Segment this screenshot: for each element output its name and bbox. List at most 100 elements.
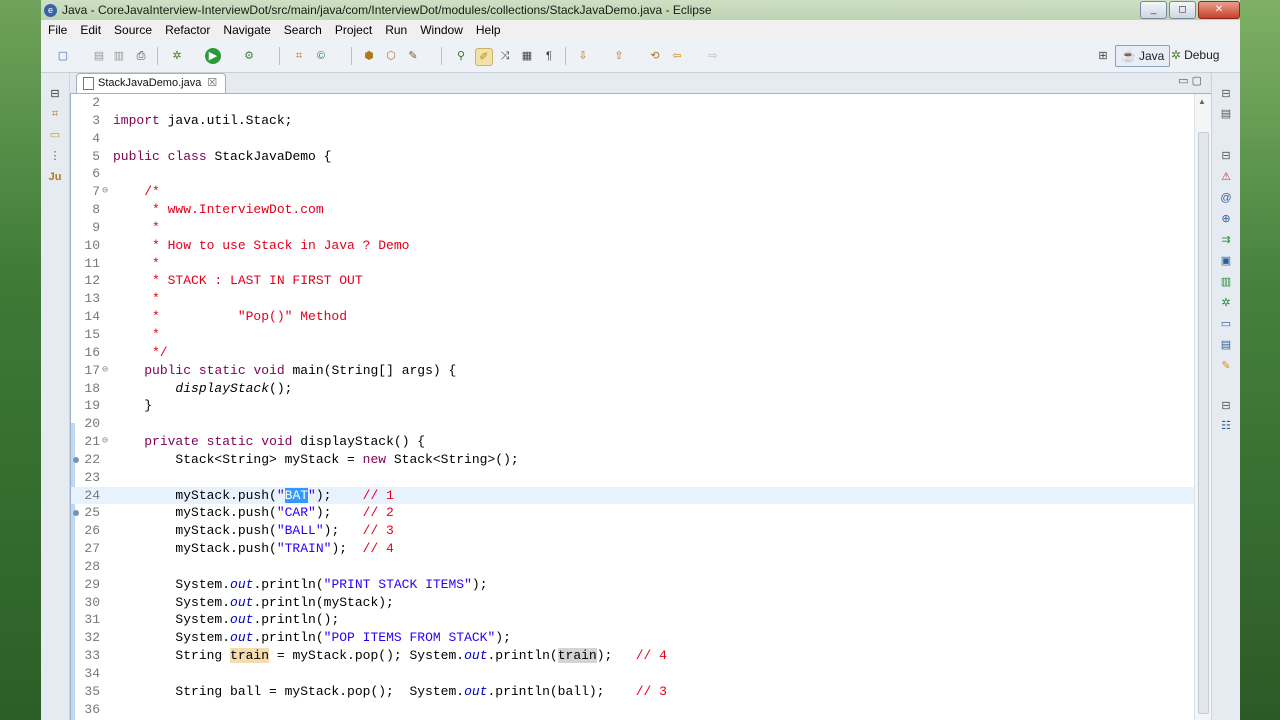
code-text[interactable]: * (113, 290, 160, 308)
open-resource-icon[interactable]: ⬡ (383, 48, 399, 64)
code-line-13[interactable]: 13 * (71, 290, 1195, 308)
word-wrap-icon[interactable]: ▦ (519, 48, 535, 64)
code-line-2[interactable]: 2 (71, 94, 1195, 112)
next-annotation-icon[interactable]: ⇩ (575, 48, 591, 64)
save-icon[interactable]: ▤ (91, 48, 107, 64)
progress-icon[interactable]: ▥ (1219, 275, 1233, 289)
code-line-7[interactable]: 7 ⊖ /* (71, 183, 1195, 201)
code-text[interactable]: /* (113, 183, 160, 201)
code-text[interactable]: */ (113, 344, 168, 362)
code-text[interactable]: System.out.println(myStack); (113, 594, 393, 612)
code-text[interactable]: * How to use Stack in Java ? Demo (113, 237, 409, 255)
restore-outline-view-icon[interactable]: ⊟ (1219, 399, 1233, 413)
code-line-6[interactable]: 6 (71, 165, 1195, 183)
last-edit-icon[interactable]: ⟲ (647, 48, 663, 64)
junit-icon[interactable]: Ju (48, 170, 62, 184)
forward-icon[interactable]: ⇨ (705, 48, 721, 64)
menu-navigate[interactable]: Navigate (216, 23, 276, 37)
code-text[interactable]: * STACK : LAST IN FIRST OUT (113, 272, 363, 290)
code-line-33[interactable]: 33 String train = myStack.pop(); System.… (71, 647, 1195, 665)
external-tools-icon[interactable]: ⚙ (241, 48, 257, 64)
restore-console-icon[interactable]: ⊟ (1219, 149, 1233, 163)
search-view-icon[interactable]: ✲ (1219, 296, 1233, 310)
code-line-17[interactable]: 17 ⊖ public static void main(String[] arg… (71, 362, 1195, 380)
code-line-4[interactable]: 4 (71, 130, 1195, 148)
restore-outline-icon[interactable]: ⊟ (1219, 87, 1233, 101)
code-line-36[interactable]: 36 (71, 701, 1195, 719)
code-text[interactable]: String ball = myStack.pop(); System.out.… (113, 683, 667, 701)
outline-icon[interactable]: ☷ (1219, 419, 1233, 433)
code-text[interactable]: public class StackJavaDemo { (113, 148, 331, 166)
new-class-icon[interactable]: © (313, 48, 329, 64)
menu-file[interactable]: File (41, 23, 73, 37)
package-explorer-icon[interactable]: ⌗ (48, 107, 62, 121)
code-line-21[interactable]: 21 ⊖ private static void displayStack() { (71, 433, 1195, 451)
mark-occurrences-icon[interactable]: ✐ (475, 48, 493, 66)
code-line-10[interactable]: 10 * How to use Stack in Java ? Demo (71, 237, 1195, 255)
show-whitespace-icon[interactable]: ¶ (541, 48, 557, 64)
code-line-11[interactable]: 11 * (71, 255, 1195, 273)
toggle-annotations-icon[interactable]: ⚲ (453, 48, 469, 64)
code-line-35[interactable]: 35 String ball = myStack.pop(); System.o… (71, 683, 1195, 701)
code-line-31[interactable]: 31 System.out.println(); (71, 611, 1195, 629)
code-line-30[interactable]: 30 System.out.println(myStack); (71, 594, 1195, 612)
menu-run[interactable]: Run (378, 23, 413, 37)
console-icon[interactable]: ▣ (1219, 254, 1233, 268)
code-text[interactable]: String train = myStack.pop(); System.out… (113, 647, 667, 665)
code-line-20[interactable]: 20 (71, 415, 1195, 433)
code-text[interactable]: myStack.push("CAR"); // 2 (113, 504, 393, 522)
code-line-23[interactable]: 23 (71, 469, 1195, 487)
restore-view-icon[interactable]: ⊟ (48, 87, 62, 101)
menu-project[interactable]: Project (328, 23, 378, 37)
new-java-project-icon[interactable]: ⌗ (291, 48, 307, 64)
javadoc-icon[interactable]: @ (1219, 191, 1233, 205)
code-line-26[interactable]: 26 myStack.push("BALL"); // 3 (71, 522, 1195, 540)
fold-toggle-icon[interactable]: ⊖ (102, 183, 111, 201)
search-icon[interactable]: ✎ (405, 48, 421, 64)
fold-toggle-icon[interactable]: ⊖ (102, 433, 111, 451)
code-text[interactable]: myStack.push("BAT"); // 1 (113, 487, 394, 505)
code-text[interactable]: System.out.println("POP ITEMS FROM STACK… (113, 629, 511, 647)
code-line-16[interactable]: 16 */ (71, 344, 1195, 362)
code-text[interactable]: * www.InterviewDot.com (113, 201, 324, 219)
java-perspective-button[interactable]: ☕ Java (1115, 45, 1171, 67)
save-all-icon[interactable]: ▥ (111, 48, 127, 64)
code-editor[interactable]: 2 3 import java.util.Stack; 4 5 public class … (70, 93, 1212, 720)
code-line-19[interactable]: 19 } (71, 397, 1195, 415)
type-hierarchy-icon[interactable]: ⋮ (48, 149, 62, 163)
bookmarks-icon[interactable]: ✎ (1219, 359, 1233, 373)
code-text[interactable]: myStack.push("BALL"); // 3 (113, 522, 393, 540)
declaration-icon[interactable]: ⊕ (1219, 212, 1233, 226)
debug-icon[interactable]: ✲ (169, 48, 185, 64)
code-line-3[interactable]: 3 import java.util.Stack; (71, 112, 1195, 130)
code-text[interactable]: myStack.push("TRAIN"); // 4 (113, 540, 393, 558)
minimize-button[interactable]: _ (1140, 1, 1167, 19)
menu-source[interactable]: Source (107, 23, 158, 37)
code-area[interactable]: 2 3 import java.util.Stack; 4 5 public class … (71, 94, 1195, 720)
debug-perspective-button[interactable]: ✲ Debug (1167, 45, 1223, 65)
scroll-up-icon[interactable]: ▲ (1198, 97, 1206, 106)
previous-annotation-icon[interactable]: ⇧ (611, 48, 627, 64)
menu-refactor[interactable]: Refactor (158, 23, 216, 37)
code-line-18[interactable]: 18 displayStack(); (71, 380, 1195, 398)
code-text[interactable]: public static void main(String[] args) { (113, 362, 456, 380)
code-line-12[interactable]: 12 * STACK : LAST IN FIRST OUT (71, 272, 1195, 290)
run-icon[interactable]: ▶ (205, 48, 221, 64)
tab-stackjavademo[interactable]: StackJavaDemo.java ☒ (76, 73, 227, 93)
code-text[interactable]: * "Pop()" Method (113, 308, 347, 326)
scroll-thumb[interactable] (1198, 132, 1209, 714)
restore-button[interactable]: ◻ (1169, 1, 1196, 19)
menu-help[interactable]: Help (469, 23, 507, 37)
code-text[interactable]: * (113, 219, 160, 237)
code-line-28[interactable]: 28 (71, 558, 1195, 576)
task-list-icon[interactable]: ▤ (1219, 107, 1233, 121)
code-line-9[interactable]: 9 * (71, 219, 1195, 237)
code-line-32[interactable]: 32 System.out.println("POP ITEMS FROM ST… (71, 629, 1195, 647)
tab-close-icon[interactable]: ☒ (207, 74, 217, 93)
code-text[interactable]: Stack<String> myStack = new Stack<String… (113, 451, 518, 469)
open-perspective-icon[interactable]: ⊞ (1095, 48, 1111, 64)
code-text[interactable]: System.out.println(); (113, 611, 339, 629)
fold-toggle-icon[interactable]: ⊖ (102, 362, 111, 380)
code-line-5[interactable]: 5 public class StackJavaDemo { (71, 148, 1195, 166)
menu-window[interactable]: Window (413, 23, 469, 37)
